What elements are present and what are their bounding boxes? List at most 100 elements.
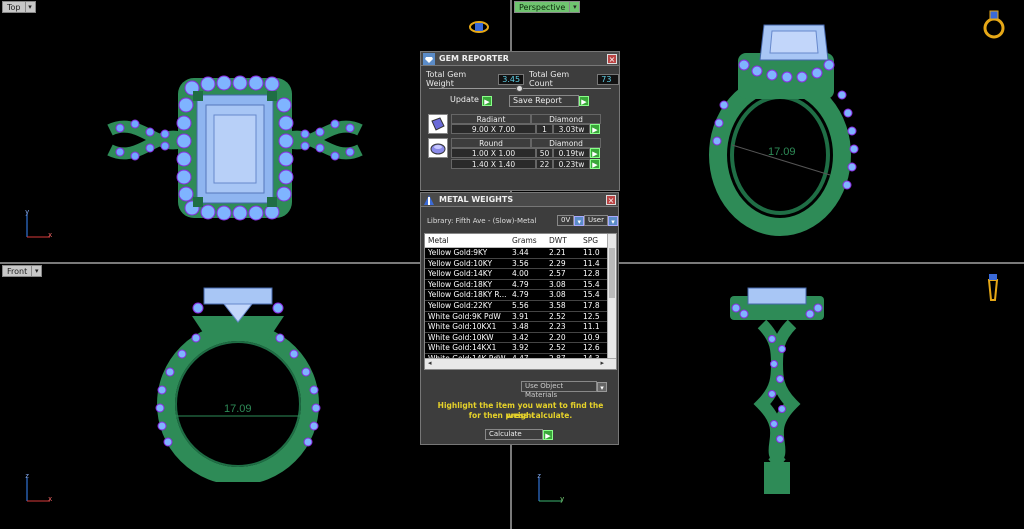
play-arrow-icon[interactable]: ▶ [590, 159, 600, 169]
table-row[interactable]: Yellow Gold:18KY R... 4.79 3.08 15.4 [425, 290, 616, 301]
gem-slider-knob[interactable] [516, 85, 523, 92]
table-cell: 3.56 [512, 258, 529, 268]
table-cell: Yellow Gold:9KY [428, 248, 488, 257]
horizontal-scrollbar[interactable]: ◂ ▸ [425, 358, 616, 369]
table-cell: 15.4 [583, 279, 600, 289]
close-icon[interactable]: × [606, 194, 616, 205]
viewport-perspective-label[interactable]: Perspective ▾ [514, 1, 581, 13]
axis-z-label: z [25, 472, 30, 480]
table-cell: 12.8 [583, 269, 600, 279]
gem-shape-header: Round [451, 138, 531, 148]
table-cell: 3.44 [512, 248, 529, 257]
viewport-top-label[interactable]: Top ▾ [2, 1, 36, 13]
table-cell: 3.48 [512, 322, 529, 332]
axis-y-label: y [560, 495, 565, 503]
save-report-button[interactable]: Save Report ▶ [509, 95, 589, 107]
update-button[interactable]: Update ▶ [447, 95, 492, 107]
table-row[interactable]: Yellow Gold:10KY 3.56 2.29 11.4 [425, 258, 616, 270]
ring-top-view [107, 75, 363, 221]
chevron-down-icon[interactable]: ▾ [32, 265, 43, 277]
table-cell: 2.29 [549, 258, 566, 268]
table-cell: 12.5 [583, 311, 600, 321]
table-cell: White Gold:10KW [428, 332, 494, 342]
table-cell: 2.23 [549, 322, 566, 332]
table-cell: 3.08 [549, 279, 566, 289]
total-gem-count-label: Total Gem Count [529, 70, 570, 88]
table-row[interactable]: White Gold:10KW 3.42 2.20 10.9 [425, 332, 616, 344]
axis-y-label: y [25, 208, 30, 216]
hint-line-2: for then press calculate. [468, 411, 573, 420]
close-icon[interactable]: × [607, 53, 617, 64]
table-cell: 11.0 [583, 248, 600, 257]
vertical-scrollbar[interactable] [607, 234, 616, 359]
table-row[interactable]: Yellow Gold:9KY 3.44 2.21 11.0 [425, 248, 616, 259]
scale-icon [424, 194, 434, 205]
gem-count-cell: 22 [536, 159, 553, 169]
axis-x-label: x [48, 231, 53, 239]
gem-reporter-title: GEM REPORTER [439, 54, 509, 63]
table-cell: 2.52 [549, 343, 566, 353]
radiant-gem-icon[interactable] [428, 114, 448, 134]
gem-reporter-icon [423, 52, 435, 65]
metal-weights-table[interactable]: Metal Grams DWT SPG Yellow Gold:9KY 3.44 2… [424, 233, 617, 370]
table-row[interactable]: White Gold:14KX1 3.92 2.52 12.6 [425, 343, 616, 354]
gem-reporter-header[interactable]: GEM REPORTER × [421, 52, 619, 66]
table-row[interactable]: White Gold:10KX1 3.48 2.23 11.1 [425, 322, 616, 333]
front-dimension: 17.09 [224, 403, 252, 415]
column-header[interactable]: Metal [425, 234, 509, 247]
table-row[interactable]: White Gold:9K PdW 3.91 2.52 12.5 [425, 311, 616, 323]
column-header[interactable]: SPG [580, 234, 608, 247]
metal-weights-title: METAL WEIGHTS [439, 195, 514, 204]
table-header: Metal Grams DWT SPG [425, 234, 616, 248]
calculate-button[interactable]: Calculate ▶ [485, 429, 553, 440]
use-object-materials-select[interactable]: Use Object Materials ▾ [521, 381, 607, 399]
table-cell: Yellow Gold:10KY [428, 258, 493, 268]
table-cell: 2.21 [549, 248, 566, 257]
chevron-down-icon: ▾ [597, 381, 607, 392]
user-select[interactable]: User ▾ [584, 215, 618, 226]
ring-side-view [730, 287, 824, 494]
viewport-label-text: Top [2, 1, 26, 13]
total-gem-count-value: 73 [597, 73, 619, 85]
calculate-label: Calculate [485, 429, 543, 440]
library-select-value: 0V [557, 215, 575, 226]
perspective-dimension: 17.09 [768, 146, 796, 158]
gem-weight-cell: 0.23tw [553, 159, 590, 169]
scroll-right-icon[interactable]: ▸ [600, 359, 604, 367]
gem-reporter-panel: GEM REPORTER × Total Gem Weight 3.45 Tot… [420, 51, 620, 191]
table-row[interactable]: Yellow Gold:14KY 4.00 2.57 12.8 [425, 269, 616, 280]
gem-weight-cell: 0.19tw [553, 148, 590, 158]
play-arrow-icon[interactable]: ▶ [590, 148, 600, 158]
ring-perspective-view: 17.09 [709, 24, 859, 236]
viewport-front-label[interactable]: Front ▾ [2, 265, 43, 277]
ring-orientation-icon [987, 274, 999, 301]
axis-gizmo: y x [22, 208, 56, 246]
table-row[interactable]: Yellow Gold:22KY 5.56 3.58 17.8 [425, 300, 616, 312]
library-select[interactable]: 0V ▾ [557, 215, 585, 226]
play-arrow-icon[interactable]: ▶ [590, 124, 600, 134]
table-cell: 4.79 [512, 290, 529, 300]
user-select-value: User [584, 215, 608, 226]
table-cell: 11.4 [583, 258, 600, 268]
scroll-left-icon[interactable]: ◂ [428, 359, 432, 367]
axis-gizmo: z x [22, 472, 56, 510]
scrollbar-thumb[interactable] [609, 248, 615, 298]
library-label: Library: Fifth Ave - (Slow)-Metal [427, 217, 537, 225]
table-row[interactable]: Yellow Gold:18KY 4.79 3.08 15.4 [425, 279, 616, 291]
table-cell: Yellow Gold:14KY [428, 269, 493, 279]
round-gem-icon[interactable] [428, 138, 448, 158]
table-cell: 3.08 [549, 290, 566, 300]
table-cell: Yellow Gold:18KY [428, 279, 493, 289]
total-gem-weight-value: 3.45 [498, 73, 525, 85]
ring-front-view: 17.09 [155, 287, 321, 482]
column-header[interactable]: Grams [509, 234, 546, 247]
metal-weights-header[interactable]: METAL WEIGHTS × [421, 193, 618, 207]
chevron-down-icon[interactable]: ▾ [570, 1, 581, 13]
use-object-materials-label: Use Object Materials [521, 381, 597, 399]
viewport-label-text: Perspective [514, 1, 571, 13]
column-header[interactable]: DWT [546, 234, 580, 247]
table-cell: 2.57 [549, 269, 566, 279]
gem-count-cell: 1 [536, 124, 553, 134]
chevron-down-icon: ▾ [574, 215, 585, 226]
chevron-down-icon[interactable]: ▾ [25, 1, 36, 13]
